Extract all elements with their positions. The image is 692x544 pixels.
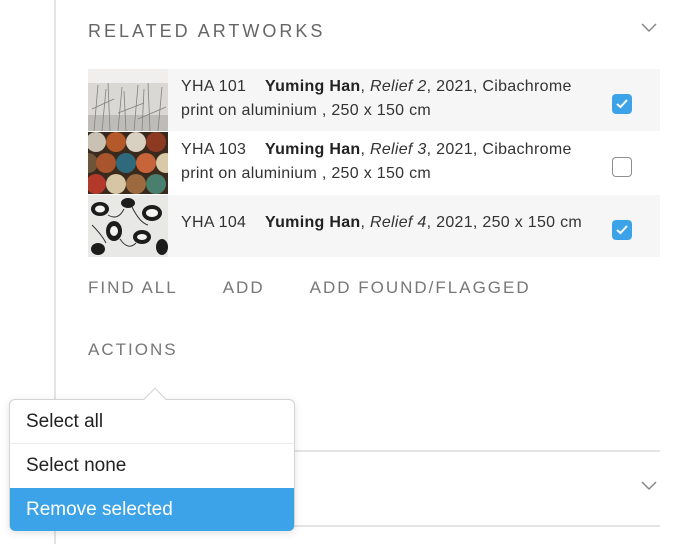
- chevron-down-icon[interactable]: [641, 23, 657, 33]
- artwork-description: YHA 104 Yuming Han, Relief 4, 2021, 250 …: [181, 214, 583, 231]
- artwork-title: Relief 2: [369, 78, 427, 95]
- artwork-thumbnail: [88, 69, 168, 131]
- artwork-details: , 2021, 250 x 150 cm: [426, 214, 583, 231]
- artwork-artist: Yuming Han: [265, 141, 361, 158]
- artwork-artist: Yuming Han: [265, 214, 361, 231]
- artwork-title: Relief 3: [369, 141, 427, 158]
- section-title: RELATED ARTWORKS: [88, 21, 326, 41]
- checkmark-icon: [616, 225, 628, 235]
- find-all-link[interactable]: FIND ALL: [88, 278, 178, 298]
- artwork-title: Relief 4: [369, 214, 427, 231]
- add-link[interactable]: ADD: [223, 278, 265, 298]
- artwork-checkbox[interactable]: [612, 157, 632, 177]
- artwork-code: YHA 101: [181, 78, 247, 95]
- artwork-artist: Yuming Han: [265, 78, 361, 95]
- checkmark-icon: [616, 99, 628, 109]
- artwork-description: YHA 103 Yuming Han, Relief 3, 2021, Ciba…: [181, 141, 572, 182]
- chevron-down-icon[interactable]: [641, 481, 657, 491]
- artwork-description: YHA 101 Yuming Han, Relief 2, 2021, Ciba…: [181, 78, 572, 119]
- artwork-checkbox[interactable]: [612, 94, 632, 114]
- artwork-row: YHA 101 Yuming Han, Relief 2, 2021, Ciba…: [88, 69, 660, 131]
- artwork-list: YHA 101 Yuming Han, Relief 2, 2021, Ciba…: [88, 69, 660, 257]
- artwork-code: YHA 103: [181, 141, 247, 158]
- artwork-checkbox[interactable]: [612, 220, 632, 240]
- actions-menu-trigger[interactable]: ACTIONS: [88, 340, 178, 360]
- menu-item-select-none[interactable]: Select none: [10, 443, 294, 486]
- menu-item-select-all[interactable]: Select all: [10, 400, 294, 443]
- artwork-code: YHA 104: [181, 214, 247, 231]
- artwork-thumbnail: [88, 132, 168, 194]
- artwork-row: YHA 104 Yuming Han, Relief 4, 2021, 250 …: [88, 195, 660, 257]
- actions-dropdown-menu: Select all Select none Remove selected: [9, 387, 295, 531]
- artwork-thumbnail: [88, 195, 168, 257]
- menu-item-remove-selected[interactable]: Remove selected: [10, 488, 294, 531]
- list-actions: FIND ALL ADD ADD FOUND/FLAGGED: [88, 278, 576, 298]
- add-found-flagged-link[interactable]: ADD FOUND/FLAGGED: [310, 278, 531, 298]
- artwork-row: YHA 103 Yuming Han, Relief 3, 2021, Ciba…: [88, 132, 660, 194]
